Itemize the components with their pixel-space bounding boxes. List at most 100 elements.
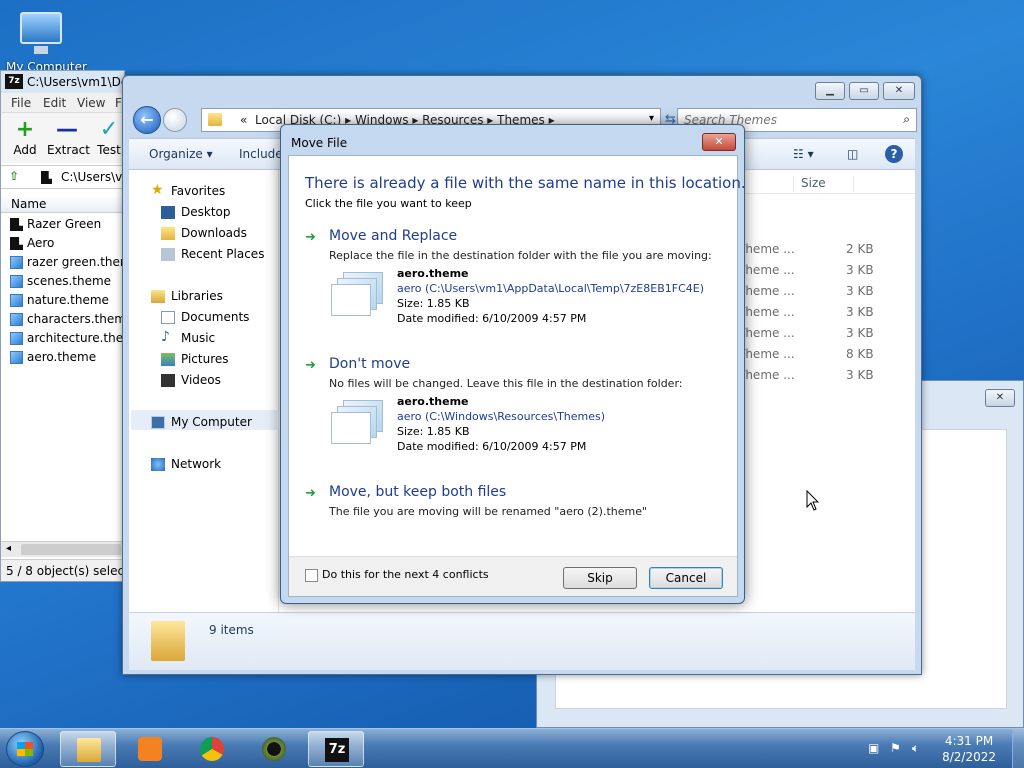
network-icon <box>151 458 165 471</box>
theme-file-thumbnail-icon <box>329 272 389 324</box>
list-item[interactable]: Razer Green <box>1 215 124 234</box>
libraries-icon <box>151 290 165 303</box>
taskbar-app[interactable] <box>246 731 302 767</box>
keep-both-option[interactable]: ➜ Move, but keep both files The file you… <box>305 484 725 524</box>
option-title: Don't move <box>329 356 411 372</box>
menu-file[interactable]: File <box>11 96 31 110</box>
7zip-title: C:\Users\vm1\Dov <box>27 75 136 89</box>
downloads-folder-icon <box>161 227 175 240</box>
apply-to-all-label[interactable]: Do this for the next 4 conflicts <box>322 568 489 581</box>
archive-icon <box>41 171 52 184</box>
organize-button[interactable]: Organize ▾ <box>149 147 213 161</box>
back-button[interactable]: ← <box>133 106 161 134</box>
folder-icon <box>10 237 23 250</box>
cancel-button[interactable]: Cancel <box>649 567 723 589</box>
nav-downloads[interactable]: Downloads <box>161 226 247 240</box>
file-info: aero.theme aero (C:\Users\vm1\AppData\Lo… <box>329 266 729 336</box>
7zip-menubar: File Edit View F <box>1 93 124 113</box>
close-button[interactable]: ✕ <box>883 82 915 100</box>
list-item[interactable]: Aero <box>1 234 124 253</box>
help-icon[interactable]: ? <box>885 145 903 163</box>
dialog-footer: Do this for the next 4 conflicts Skip Ca… <box>289 556 737 596</box>
scrollbar-thumb[interactable] <box>21 544 121 555</box>
list-item[interactable]: architecture.them <box>1 329 124 348</box>
extract-button[interactable]: — Extract <box>47 117 90 157</box>
skip-button[interactable]: Skip <box>563 567 637 589</box>
taskbar-7zip[interactable]: 7z <box>308 731 364 767</box>
nav-favorites[interactable]: ★ Favorites <box>151 182 225 198</box>
desktop-icon-my-computer[interactable]: My Computer <box>6 8 87 74</box>
taskbar-explorer[interactable] <box>60 731 116 767</box>
clock-time: 4:31 PM <box>944 734 994 748</box>
file-info: aero.theme aero (C:\Windows\Resources\Th… <box>329 394 729 464</box>
windows-logo-icon <box>17 742 33 756</box>
plus-icon: + <box>15 117 35 142</box>
dialog-body: There is already a file with the same na… <box>288 155 746 597</box>
column-header-size[interactable]: Size <box>801 176 826 190</box>
clock[interactable]: 4:31 PM 8/2/2022 <box>942 733 996 765</box>
taskbar-media-player[interactable] <box>122 731 178 767</box>
list-item[interactable]: razer green.theme <box>1 253 124 272</box>
list-item[interactable]: nature.theme <box>1 291 124 310</box>
apply-to-all-checkbox[interactable] <box>305 569 318 582</box>
dont-move-option[interactable]: ➜ Don't move No files will be changed. L… <box>305 356 725 468</box>
nav-music[interactable]: ♪ Music <box>161 329 215 345</box>
move-and-replace-option[interactable]: ➜ Move and Replace Replace the file in t… <box>305 228 725 340</box>
nav-network[interactable]: Network <box>151 457 221 471</box>
7zip-window: 7z C:\Users\vm1\Dov File Edit View F + A… <box>0 70 135 582</box>
nav-documents[interactable]: Documents <box>161 310 249 324</box>
network-tray-icon[interactable]: ▣ <box>868 741 879 755</box>
up-folder-icon[interactable]: ⇧ <box>9 169 19 183</box>
mouse-cursor-icon <box>806 490 820 511</box>
desktop-icon <box>161 206 175 219</box>
nav-libraries[interactable]: Libraries <box>151 289 223 303</box>
show-desktop-button[interactable] <box>1012 729 1024 768</box>
option-description: No files will be changed. Leave this fil… <box>329 377 683 390</box>
maximize-button[interactable]: ▭ <box>849 82 879 100</box>
theme-file-thumbnail-icon <box>329 400 389 452</box>
nav-my-computer[interactable]: My Computer <box>151 415 252 429</box>
menu-favorites[interactable]: F <box>115 96 122 110</box>
green-arrow-icon: ➜ <box>305 358 316 373</box>
list-item[interactable]: aero.theme <box>1 348 124 367</box>
action-center-flag-icon[interactable]: ⚑ <box>890 741 901 755</box>
scroll-left-icon[interactable]: ◂ <box>6 543 11 554</box>
clock-date: 8/2/2022 <box>942 750 996 764</box>
recent-places-icon <box>161 248 175 261</box>
menu-view[interactable]: View <box>77 96 105 110</box>
nav-recent-places[interactable]: Recent Places <box>161 247 264 261</box>
dialog-title: Move File <box>291 136 348 150</box>
folder-icon <box>10 218 23 231</box>
search-icon[interactable]: ⌕ <box>903 112 910 127</box>
chevron-down-icon[interactable]: ▾ <box>649 113 654 124</box>
preview-pane-icon[interactable]: ◫ <box>847 147 858 161</box>
list-item[interactable]: characters.theme <box>1 310 124 329</box>
taskbar-chrome[interactable] <box>184 731 240 767</box>
minimize-button[interactable]: ▁ <box>815 82 845 100</box>
items-count: 9 items <box>209 623 254 637</box>
nav-desktop[interactable]: Desktop <box>161 205 231 219</box>
media-player-icon <box>138 737 162 761</box>
include-in-library-button[interactable]: Include <box>239 147 283 161</box>
bg-close-button[interactable]: ✕ <box>985 389 1015 407</box>
forward-button[interactable] <box>163 108 187 132</box>
theme-file-icon <box>10 351 23 364</box>
view-options-icon[interactable]: ☷ ▾ <box>793 147 814 161</box>
add-button[interactable]: + Add <box>5 117 45 157</box>
computer-icon <box>20 12 62 44</box>
volume-icon[interactable]: 🔈︎ <box>912 741 919 756</box>
option-title: Move, but keep both files <box>329 484 507 500</box>
nav-pictures[interactable]: Pictures <box>161 352 229 366</box>
nav-videos[interactable]: Videos <box>161 373 221 387</box>
theme-file-icon <box>10 294 23 307</box>
details-pane: 9 items <box>129 612 915 670</box>
star-icon: ★ <box>151 182 164 198</box>
column-header-name[interactable]: Name <box>1 195 124 213</box>
menu-edit[interactable]: Edit <box>43 96 66 110</box>
start-button[interactable] <box>6 731 44 767</box>
list-item[interactable]: scenes.theme <box>1 272 124 291</box>
dialog-close-button[interactable]: ✕ <box>702 133 736 151</box>
option-description: Replace the file in the destination fold… <box>329 249 712 262</box>
7zip-address-bar[interactable]: ⇧ C:\Users\vm <box>1 165 134 189</box>
horizontal-scrollbar[interactable]: ◂ <box>1 541 124 557</box>
